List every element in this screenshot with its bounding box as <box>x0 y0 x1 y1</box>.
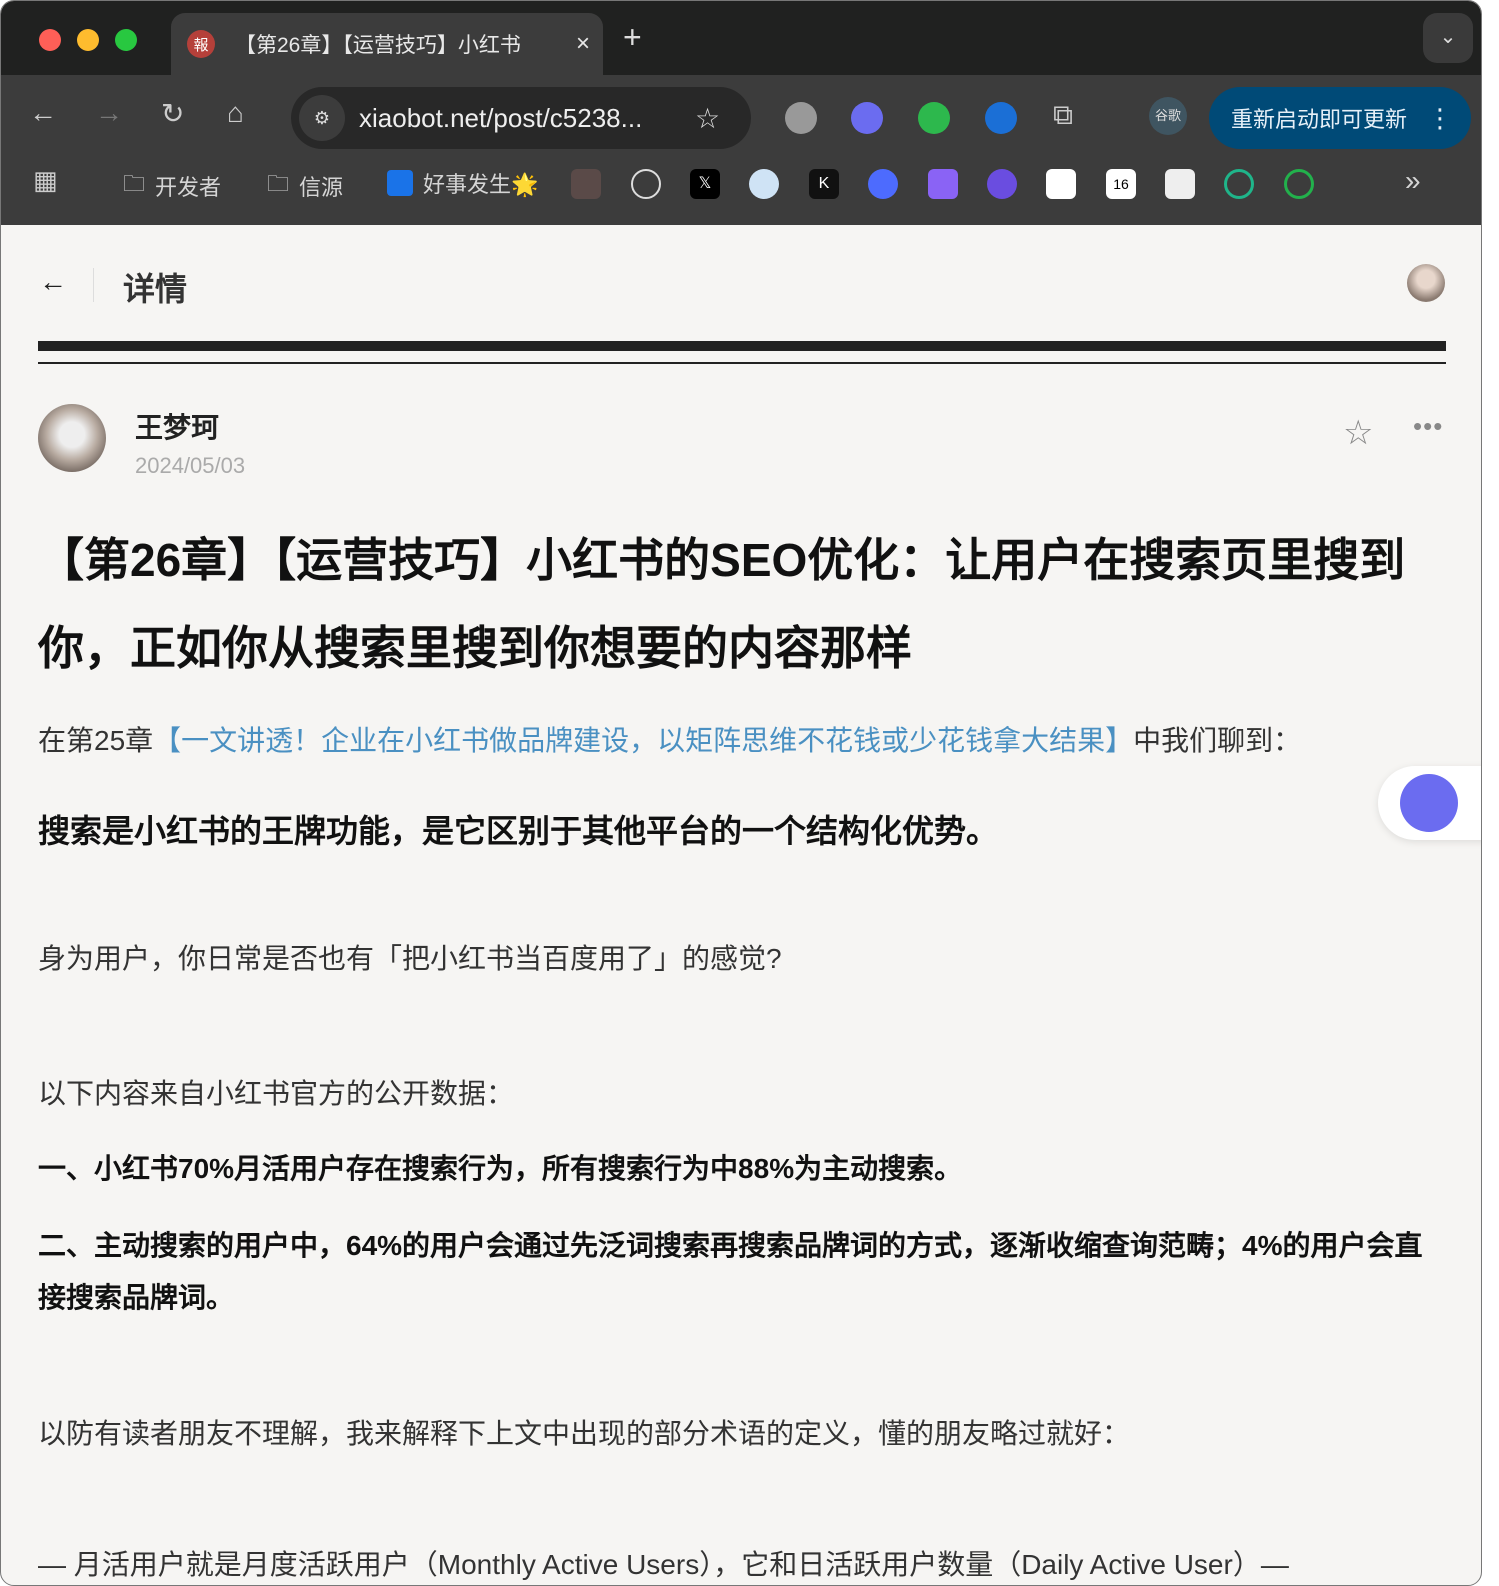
divider <box>93 268 94 302</box>
green-bookmark-icon[interactable] <box>1284 169 1314 199</box>
k-bookmark-icon[interactable]: K <box>809 169 839 199</box>
address-bar[interactable]: ⚙ xiaobot.net/post/c5238... ☆ <box>291 87 751 149</box>
extensions-puzzle-icon[interactable]: ⧉ <box>1053 99 1073 132</box>
page-title: 详情 <box>123 271 188 307</box>
close-window-button[interactable] <box>39 29 61 51</box>
bookmark-star-icon[interactable]: ☆ <box>695 102 751 135</box>
site-settings-icon[interactable]: ⚙ <box>299 95 345 141</box>
reload-icon[interactable]: ↻ <box>161 97 184 130</box>
paragraph: 以防有读者朋友不理解，我来解释下上文中出现的部分术语的定义，懂的朋友略过就好： <box>38 1418 1131 1449</box>
calendar-bookmark-icon[interactable]: 16 <box>1106 169 1136 199</box>
star-bookmark-icon[interactable] <box>987 169 1017 199</box>
avatar-bookmark-icon[interactable] <box>749 169 779 199</box>
more-options-icon[interactable]: ••• <box>1413 411 1443 442</box>
paragraph: 二、主动搜索的用户中，64%的用户会通过先泛词搜索再搜索品牌词的方式，逐渐收缩查… <box>38 1230 1423 1313</box>
refresh-bookmark-icon[interactable] <box>1224 169 1254 199</box>
intro-prefix: 在第25章 <box>38 725 154 756</box>
divider <box>38 341 1446 351</box>
new-tab-button[interactable]: + <box>623 19 642 56</box>
toolbar: ← → ↻ ⌂ ⚙ xiaobot.net/post/c5238... ☆ ⧉ … <box>1 75 1481 225</box>
forward-icon[interactable]: → <box>95 97 123 129</box>
portrait-bookmark-icon[interactable] <box>571 169 601 199</box>
folder-icon: 🗀 <box>123 171 146 196</box>
f-bookmark-icon[interactable] <box>1165 169 1195 199</box>
highlight-paragraph: 搜索是小红书的王牌功能，是它区别于其他平台的一个结构化优势。 <box>38 813 999 849</box>
user-avatar[interactable] <box>1407 264 1445 302</box>
bookmark-label: 信源 <box>299 175 344 200</box>
bookmark-good-things[interactable]: 好事发生🌟 <box>387 167 538 199</box>
folder-icon: 🗀 <box>267 171 290 196</box>
apps-grid-icon[interactable]: ▦ <box>33 165 58 196</box>
intro-suffix: 中我们聊到： <box>1133 725 1302 756</box>
bookmark-label: 好事发生🌟 <box>423 172 539 197</box>
intro-paragraph: 在第25章【一文讲透！企业在小红书做品牌建设，以矩阵思维不花钱或少花钱拿大结果】… <box>38 715 1448 767</box>
x-bookmark-icon[interactable]: 𝕏 <box>690 169 720 199</box>
favorite-star-icon[interactable]: ☆ <box>1343 413 1373 453</box>
maximize-window-button[interactable] <box>115 29 137 51</box>
bookmark-folder-developer[interactable]: 🗀 开发者 <box>123 167 221 205</box>
back-arrow-icon[interactable]: ← <box>39 266 67 298</box>
page-header: ← 详情 <box>1 226 1481 346</box>
chapter-25-link[interactable]: 【一文讲透！企业在小红书做品牌建设，以矩阵思维不花钱或少花钱拿大结果】 <box>153 725 1133 756</box>
author-avatar[interactable] <box>38 404 106 472</box>
floating-assistant-button[interactable] <box>1378 766 1481 840</box>
minimize-window-button[interactable] <box>77 29 99 51</box>
back-icon[interactable]: ← <box>29 97 57 129</box>
home-icon[interactable]: ⌂ <box>227 97 244 129</box>
active-tab[interactable]: 報 【第26章】【运营技巧】小红书 × <box>171 13 603 75</box>
tab-favicon-icon: 報 <box>187 30 215 58</box>
update-button[interactable]: 重新启动即可更新 ⋮ <box>1209 87 1471 149</box>
bookmark-label: 开发者 <box>155 175 222 200</box>
cat-extension-icon[interactable] <box>851 102 883 134</box>
openai-bookmark-icon[interactable] <box>631 169 661 199</box>
author-name[interactable]: 王梦珂 <box>135 406 219 446</box>
post-title: 【第26章】【运营技巧】小红书的SEO优化：让用户在搜索页里搜到你，正如你从搜索… <box>38 534 1406 674</box>
paragraph: 以下内容来自小红书官方的公开数据： <box>38 1078 515 1109</box>
bookmark-folder-sources[interactable]: 🗀 信源 <box>267 167 343 205</box>
bookmark-icon <box>387 170 413 196</box>
paragraph: 一、小红书70%月活用户存在搜索行为，所有搜索行为中88%为主动搜索。 <box>38 1153 963 1184</box>
password-extension-icon[interactable] <box>985 102 1017 134</box>
paragraph: 身为用户，你日常是否也有「把小红书当百度用了」的感觉? <box>38 943 782 974</box>
tab-bar: 報 【第26章】【运营技巧】小红书 × + ⌄ <box>1 1 1481 75</box>
y-extension-icon[interactable] <box>918 102 950 134</box>
profile-avatar[interactable]: 谷歌 <box>1149 97 1187 135</box>
browser-window: 報 【第26章】【运营技巧】小红书 × + ⌄ ← → ↻ ⌂ ⚙ xiaobo… <box>0 0 1482 1586</box>
check-bookmark-icon[interactable] <box>1046 169 1076 199</box>
planet-extension-icon[interactable] <box>785 102 817 134</box>
deepseek-bookmark-icon[interactable] <box>868 169 898 199</box>
paragraph: — 月活用户就是月度活跃用户（Monthly Active Users），它和日… <box>38 1549 1289 1580</box>
url-text[interactable]: xiaobot.net/post/c5238... <box>359 103 695 134</box>
cat-assistant-icon <box>1400 774 1458 832</box>
tab-title: 【第26章】【运营技巧】小红书 <box>235 34 521 57</box>
post-date: 2024/05/03 <box>135 453 246 478</box>
menu-kebab-icon[interactable]: ⋮ <box>1427 103 1453 134</box>
bookmarks-overflow-icon[interactable]: » <box>1405 165 1421 197</box>
divider <box>38 362 1446 364</box>
app-bookmark-icon[interactable] <box>928 169 958 199</box>
tab-search-button[interactable]: ⌄ <box>1423 13 1473 63</box>
update-label: 重新启动即可更新 <box>1231 107 1408 132</box>
tab-close-icon[interactable]: × <box>563 30 603 58</box>
